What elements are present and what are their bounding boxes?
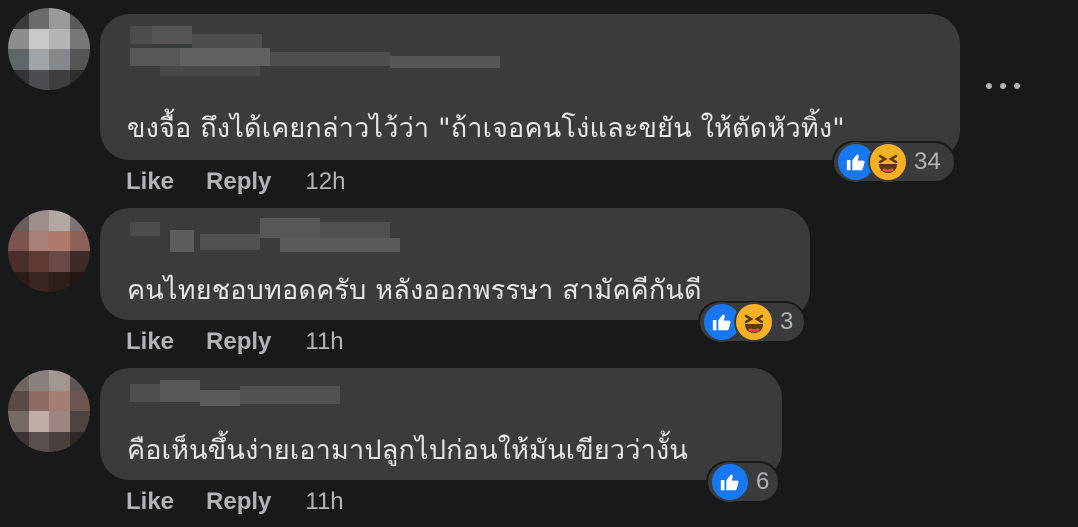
reaction-count: 34 bbox=[914, 148, 941, 175]
reaction-summary[interactable]: 34 bbox=[832, 141, 956, 183]
reply-button[interactable]: Reply bbox=[206, 488, 271, 516]
blurred-author-name[interactable] bbox=[130, 26, 500, 76]
comment-bubble: คนไทยชอบทอดครับ หลังออกพรรษา สามัคคีกันด… bbox=[100, 208, 810, 320]
haha-icon bbox=[734, 302, 774, 342]
reaction-summary[interactable]: 3 bbox=[698, 301, 806, 343]
timestamp[interactable]: 11h bbox=[305, 488, 343, 516]
comment-text: คือเห็นขึ้นง่ายเอามาปลูกไปก่อนให้มันเขีย… bbox=[127, 435, 689, 466]
avatar[interactable] bbox=[8, 210, 90, 292]
blurred-author-name[interactable] bbox=[130, 218, 400, 258]
more-options-icon[interactable] bbox=[986, 76, 1020, 96]
reaction-count: 6 bbox=[756, 468, 770, 495]
blurred-author-name[interactable] bbox=[130, 380, 340, 420]
comment-bubble: คือเห็นขึ้นง่ายเอามาปลูกไปก่อนให้มันเขีย… bbox=[100, 368, 782, 480]
comment-text: คนไทยชอบทอดครับ หลังออกพรรษา สามัคคีกันด… bbox=[127, 275, 702, 306]
comment-actions: Like Reply 11h bbox=[126, 328, 344, 356]
comment-actions: Like Reply 12h bbox=[126, 168, 345, 196]
like-button[interactable]: Like bbox=[126, 488, 174, 516]
like-icon bbox=[710, 462, 750, 502]
like-button[interactable]: Like bbox=[126, 328, 174, 356]
reply-button[interactable]: Reply bbox=[206, 168, 271, 196]
comment-actions: Like Reply 11h bbox=[126, 488, 344, 516]
timestamp[interactable]: 12h bbox=[305, 168, 345, 196]
timestamp[interactable]: 11h bbox=[305, 328, 343, 356]
comment-bubble: ขงจื้อ ถึงได้เคยกล่าวไว้ว่า "ถ้าเจอคนโง่… bbox=[100, 14, 960, 160]
like-button[interactable]: Like bbox=[126, 168, 174, 196]
avatar[interactable] bbox=[8, 370, 90, 452]
reaction-summary[interactable]: 6 bbox=[706, 461, 780, 503]
reply-button[interactable]: Reply bbox=[206, 328, 271, 356]
avatar[interactable] bbox=[8, 8, 90, 90]
reaction-count: 3 bbox=[780, 308, 794, 335]
comment-text: ขงจื้อ ถึงได้เคยกล่าวไว้ว่า "ถ้าเจอคนโง่… bbox=[127, 113, 845, 144]
haha-icon bbox=[868, 142, 908, 182]
